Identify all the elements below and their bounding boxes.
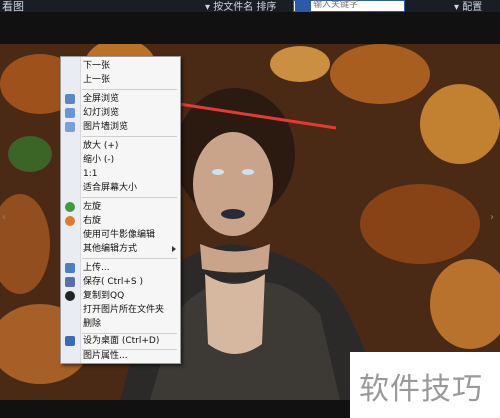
menu-item-label: 上一张 bbox=[83, 75, 111, 85]
menu-item-label: 缩小 (-) bbox=[83, 155, 115, 165]
upload-icon bbox=[65, 263, 75, 273]
menu-item-label: 其他编辑方式 bbox=[83, 244, 138, 254]
menu-item-label: 幻灯浏览 bbox=[83, 108, 120, 118]
search-input[interactable] bbox=[313, 0, 398, 11]
menu-item-rotate-right[interactable]: 右旋 bbox=[61, 215, 180, 227]
menu-separator bbox=[82, 136, 177, 137]
menu-item-upload[interactable]: 上传... bbox=[61, 262, 180, 274]
top-toolbar: 看图 ▾ 按文件名 排序 ▾ 配置 bbox=[0, 0, 500, 13]
menu-item-label: 全屏浏览 bbox=[83, 94, 120, 104]
menu-item-delete[interactable]: 删除 bbox=[61, 318, 180, 330]
menu-item-zoom-out[interactable]: 缩小 (-) bbox=[61, 154, 180, 166]
desktop-icon bbox=[65, 336, 75, 346]
menu-item-label: 适合屏幕大小 bbox=[83, 183, 138, 193]
menu-item-label: 打开图片所在文件夹 bbox=[83, 305, 165, 315]
menu-item-next[interactable]: 下一张 bbox=[61, 60, 180, 72]
menu-item-label: 图片属性... bbox=[83, 351, 128, 361]
context-menu: 下一张 上一张 全屏浏览 幻灯浏览 图片墙浏览 放大 (+) 缩小 (-) 1:… bbox=[60, 56, 181, 364]
menu-item-open-folder[interactable]: 打开图片所在文件夹 bbox=[61, 304, 180, 316]
watermark: 软件技巧 bbox=[350, 352, 500, 418]
menu-separator bbox=[82, 89, 177, 90]
menu-item-fit-screen[interactable]: 适合屏幕大小 bbox=[61, 182, 180, 194]
menu-item-rotate-left[interactable]: 左旋 bbox=[61, 201, 180, 213]
menu-item-copy-to-qq[interactable]: 复制到QQ bbox=[61, 290, 180, 302]
search-scope-dropdown-icon[interactable] bbox=[295, 1, 311, 11]
menu-separator bbox=[82, 197, 177, 198]
save-icon bbox=[65, 277, 75, 287]
menu-item-label: 1:1 bbox=[83, 169, 98, 179]
menu-item-image-wall[interactable]: 图片墙浏览 bbox=[61, 121, 180, 133]
menu-item-label: 图片墙浏览 bbox=[83, 122, 129, 132]
menu-item-label: 设为桌面 (Ctrl+D) bbox=[83, 336, 160, 346]
menu-item-label: 使用可牛影像编辑 bbox=[83, 230, 156, 240]
menu-item-label: 右旋 bbox=[83, 216, 102, 226]
submenu-arrow-icon bbox=[172, 246, 176, 252]
watermark-text: 软件技巧 bbox=[359, 372, 483, 407]
menu-item-edit-with-keniu[interactable]: 使用可牛影像编辑 bbox=[61, 229, 180, 241]
menu-item-previous[interactable]: 上一张 bbox=[61, 74, 180, 86]
menu-item-label: 复制到QQ bbox=[83, 291, 125, 301]
menu-item-label: 删除 bbox=[83, 319, 102, 329]
menu-item-actual-size[interactable]: 1:1 bbox=[61, 168, 180, 180]
fullscreen-icon bbox=[65, 94, 75, 104]
menu-item-label: 左旋 bbox=[83, 202, 102, 212]
qq-icon bbox=[65, 291, 75, 301]
rotate-left-icon bbox=[65, 202, 75, 212]
menu-item-properties[interactable]: 图片属性... bbox=[61, 350, 180, 362]
rotate-right-icon bbox=[65, 216, 75, 226]
menu-item-slideshow[interactable]: 幻灯浏览 bbox=[61, 107, 180, 119]
menu-item-fullscreen[interactable]: 全屏浏览 bbox=[61, 93, 180, 105]
menu-item-label: 下一张 bbox=[83, 61, 111, 71]
menu-item-label: 放大 (+) bbox=[83, 141, 119, 151]
menu-item-zoom-in[interactable]: 放大 (+) bbox=[61, 140, 180, 152]
menu-item-set-as-desktop[interactable]: 设为桌面 (Ctrl+D) bbox=[61, 335, 180, 347]
search-box[interactable] bbox=[293, 0, 405, 12]
menu-separator bbox=[82, 258, 177, 259]
menu-item-save[interactable]: 保存( Ctrl+S ) bbox=[61, 276, 180, 288]
menu-item-other-editors[interactable]: 其他编辑方式 bbox=[61, 243, 180, 255]
image-wall-icon bbox=[65, 122, 75, 132]
menu-item-label: 保存( Ctrl+S ) bbox=[83, 277, 144, 287]
menu-separator bbox=[82, 333, 177, 334]
menu-item-label: 上传... bbox=[83, 263, 110, 273]
slideshow-icon bbox=[65, 108, 75, 118]
